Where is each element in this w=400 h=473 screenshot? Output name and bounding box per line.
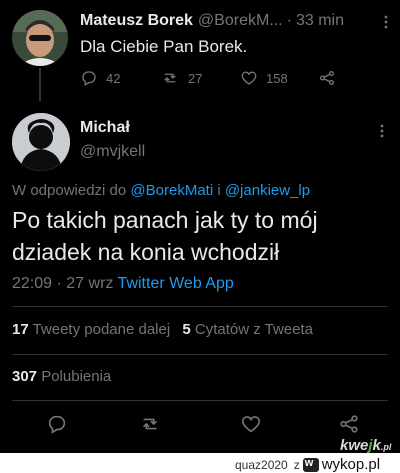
main-author-handle[interactable]: @mvjkell — [80, 143, 145, 161]
tweet-timestamp: 22:09 · 27 wrz Twitter Web App — [12, 275, 234, 293]
retweet-button[interactable] — [138, 413, 162, 437]
main-text-line: Po takich panach jak ty to mój — [12, 207, 318, 233]
watermark-part: kw — [340, 437, 361, 454]
main-text-line: dziadek na konia wchodził — [12, 239, 280, 265]
watermark-part: .pl — [380, 442, 392, 452]
reply-user-link[interactable]: @BorekMati — [130, 182, 213, 199]
reply-button[interactable]: 42 — [80, 68, 120, 88]
parent-separator: · — [286, 12, 292, 29]
parent-tweet-text: Dla Ciebie Pan Borek. — [80, 37, 248, 56]
reply-conj: i — [213, 182, 225, 199]
parent-actions: 42 27 158 — [80, 68, 390, 88]
heart-icon — [241, 416, 261, 433]
main-actions — [0, 413, 400, 437]
reply-button[interactable] — [46, 413, 70, 437]
retweets-total: 17 — [12, 321, 29, 338]
quotes-total: 5 — [182, 321, 191, 338]
reply-icon — [82, 71, 96, 86]
watermark-part: k — [372, 437, 381, 454]
main-tweet-text: Po takich panach jak ty to mój dziadek n… — [12, 204, 392, 268]
retweet-icon — [164, 73, 176, 83]
tweet-date: · 27 wrz — [52, 275, 118, 292]
retweets-label: Tweety podane dalej — [28, 321, 171, 338]
more-icon[interactable] — [374, 123, 390, 139]
likes-label: Polubienia — [37, 368, 112, 385]
wykop-logo-icon: w — [302, 456, 319, 472]
retweet-count: 27 — [188, 70, 203, 86]
kwejk-watermark: kwejk.pl — [340, 437, 391, 454]
footer-z: z — [293, 457, 300, 472]
quotes-label: Cytatów z Tweeta — [190, 321, 313, 338]
parent-time[interactable]: 33 min — [296, 12, 344, 30]
main-author-name[interactable]: Michał — [80, 119, 130, 137]
like-count: 158 — [266, 70, 288, 86]
like-button[interactable]: 158 — [240, 68, 288, 88]
tweet-source-link[interactable]: Twitter Web App — [118, 275, 234, 292]
quotes-stat[interactable]: 5 Cytatów z Tweeta — [182, 321, 313, 338]
retweet-button[interactable]: 27 — [160, 68, 202, 88]
thread-line — [39, 68, 41, 101]
footer-site[interactable]: wykop.pl — [322, 456, 380, 473]
divider — [12, 354, 388, 355]
likes-stat[interactable]: 307 Polubienia — [12, 368, 111, 385]
replying-to: W odpowiedzi do @BorekMati i @jankiew_lp — [12, 182, 310, 199]
parent-author-handle[interactable]: @BorekM... — [198, 12, 283, 30]
retweet-icon — [142, 418, 158, 430]
reply-user-link[interactable]: @jankiew_lp — [225, 182, 310, 199]
reply-count: 42 — [106, 70, 121, 86]
heart-icon — [241, 71, 257, 85]
likes-total: 307 — [12, 368, 38, 385]
wykop-logo-letter: w — [304, 456, 314, 469]
parent-avatar[interactable] — [12, 10, 68, 66]
divider — [12, 306, 388, 307]
reply-prefix: W odpowiedzi do — [12, 182, 131, 199]
like-button[interactable] — [240, 413, 264, 437]
share-button[interactable] — [338, 413, 362, 437]
retweet-stats: 17 Tweety podane dalej 5 Cytatów z Tweet… — [12, 321, 313, 338]
parent-header: Mateusz Borek @BorekM... · 33 min — [80, 12, 380, 34]
retweets-stat[interactable]: 17 Tweety podane dalej — [12, 321, 170, 338]
footer-credit: quaz2020 z w wykop.pl — [235, 456, 380, 473]
share-icon — [319, 70, 335, 86]
more-icon[interactable] — [378, 14, 394, 30]
footer-user[interactable]: quaz2020 — [235, 458, 288, 472]
parent-tweet[interactable]: Mateusz Borek @BorekM... · 33 min Dla Ci… — [0, 0, 400, 101]
tweet-time[interactable]: 22:09 — [12, 275, 52, 292]
main-avatar[interactable] — [12, 113, 70, 171]
reply-icon — [48, 415, 66, 434]
share-icon — [340, 415, 358, 433]
parent-author-name[interactable]: Mateusz Borek — [80, 12, 193, 30]
wykop-footer: quaz2020 z w wykop.pl — [0, 453, 400, 473]
divider — [12, 400, 388, 401]
share-button[interactable] — [318, 68, 344, 88]
